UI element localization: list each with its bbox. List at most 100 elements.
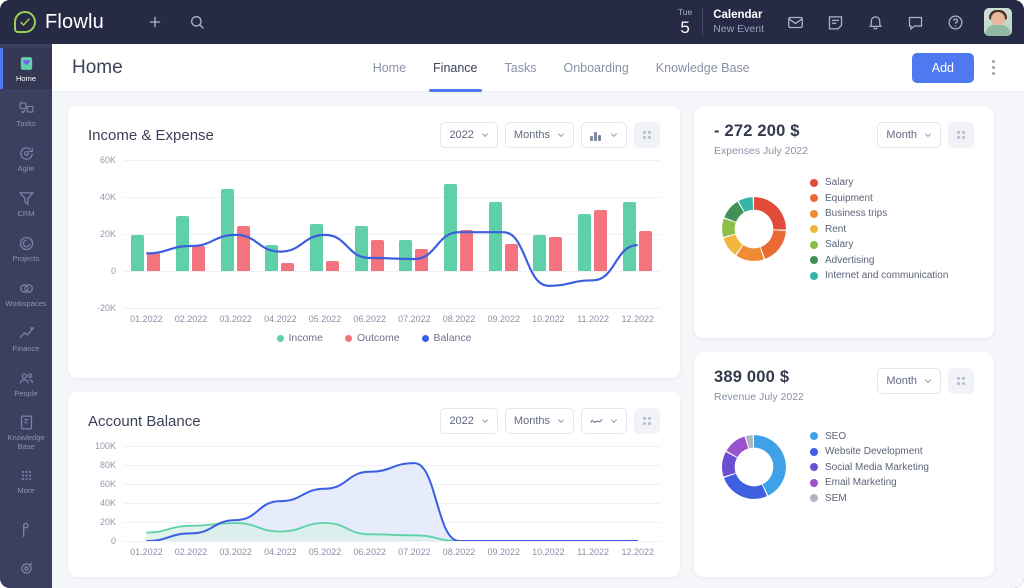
sidebar-item-workspaces[interactable]: Workspaces bbox=[0, 273, 52, 314]
legend-label: Income bbox=[289, 332, 323, 344]
tab-onboarding[interactable]: Onboarding bbox=[563, 44, 628, 92]
sidebar-label: Home bbox=[16, 75, 36, 84]
area-series bbox=[124, 446, 660, 541]
sidebar-item-tasks[interactable]: Tasks bbox=[0, 93, 52, 134]
legend-dot bbox=[810, 210, 818, 218]
donut-slice[interactable] bbox=[724, 474, 767, 499]
kebab-menu-icon[interactable] bbox=[982, 54, 1004, 82]
sidebar-label: People bbox=[14, 390, 37, 399]
pin-icon[interactable] bbox=[0, 513, 52, 547]
legend-item[interactable]: Outcome bbox=[345, 332, 400, 344]
x-tick-label: 08.2022 bbox=[437, 547, 482, 557]
line-chart-icon bbox=[590, 416, 603, 426]
legend-label: SEO bbox=[825, 431, 846, 442]
bell-icon[interactable] bbox=[862, 9, 888, 35]
settings-glyph bbox=[18, 559, 35, 578]
period-select[interactable]: Months bbox=[505, 408, 574, 434]
drag-handle-icon[interactable] bbox=[948, 368, 974, 394]
sidebar-item-agile[interactable]: Agile bbox=[0, 138, 52, 179]
period-select[interactable]: Month bbox=[877, 122, 941, 148]
donut-slice[interactable] bbox=[722, 452, 737, 477]
sidebar-item-finance[interactable]: Finance bbox=[0, 318, 52, 359]
tab-knowledge-base[interactable]: Knowledge Base bbox=[656, 44, 750, 92]
drag-handle-icon[interactable] bbox=[948, 122, 974, 148]
sidebar-label: Knowledge Base bbox=[1, 434, 51, 451]
legend-dot bbox=[810, 225, 818, 233]
sidebar-item-home[interactable]: Home bbox=[0, 48, 52, 89]
legend-label: Social Media Marketing bbox=[825, 462, 929, 473]
legend-item[interactable]: Internet and communication bbox=[810, 270, 948, 281]
legend-label: Business trips bbox=[825, 208, 887, 219]
sidebar-item-people[interactable]: People bbox=[0, 363, 52, 404]
plus-icon[interactable] bbox=[142, 9, 168, 35]
chat-icon[interactable] bbox=[902, 9, 928, 35]
sidebar-item-crm[interactable]: CRM bbox=[0, 183, 52, 224]
page-title: Home bbox=[72, 57, 123, 79]
year-select[interactable]: 2022 bbox=[440, 408, 497, 434]
drag-handle-icon[interactable] bbox=[634, 408, 660, 434]
chevron-down-icon bbox=[481, 131, 489, 139]
card-controls: 2022 Months bbox=[440, 122, 660, 148]
tab-finance[interactable]: Finance bbox=[433, 44, 477, 92]
income-expense-title: Income & Expense bbox=[88, 127, 214, 144]
drag-handle-icon[interactable] bbox=[634, 122, 660, 148]
chevron-down-icon bbox=[557, 131, 565, 139]
legend-item[interactable]: Business trips bbox=[810, 208, 948, 219]
legend-item[interactable]: SEM bbox=[810, 493, 929, 504]
sidebar-item-knowledge-base[interactable]: Knowledge Base bbox=[0, 408, 52, 456]
brand-logo[interactable]: Flowlu bbox=[14, 11, 104, 34]
legend-item[interactable]: Income bbox=[277, 332, 323, 344]
balance-line bbox=[124, 160, 660, 308]
sidebar-label: Projects bbox=[12, 255, 39, 264]
tasks-icon bbox=[18, 99, 35, 118]
mail-icon[interactable] bbox=[782, 9, 808, 35]
legend-item[interactable]: Salary bbox=[810, 177, 948, 188]
x-tick-label: 01.2022 bbox=[124, 314, 169, 324]
sidebar-item-projects[interactable]: Projects bbox=[0, 228, 52, 269]
legend-dot bbox=[810, 272, 818, 280]
tab-tasks[interactable]: Tasks bbox=[505, 44, 537, 92]
sidebar-item-more[interactable]: More bbox=[0, 460, 52, 501]
legend-item[interactable]: Balance bbox=[422, 332, 472, 344]
agile-icon bbox=[18, 144, 35, 163]
revenue-legend: SEO Website Development Social Media Marke… bbox=[810, 431, 929, 504]
note-icon[interactable] bbox=[822, 9, 848, 35]
chart-type-select[interactable] bbox=[581, 122, 627, 148]
legend-item[interactable]: Advertising bbox=[810, 255, 948, 266]
card-header: - 272 200 $ Expenses July 2022 Month bbox=[694, 106, 994, 163]
help-icon[interactable] bbox=[942, 9, 968, 35]
donut-slice[interactable] bbox=[761, 230, 786, 259]
x-tick-label: 05.2022 bbox=[303, 547, 348, 557]
calendar-title: Calendar bbox=[713, 8, 764, 22]
avatar[interactable] bbox=[984, 8, 1012, 36]
search-icon[interactable] bbox=[184, 9, 210, 35]
x-tick-label: 09.2022 bbox=[481, 314, 526, 324]
legend-label: Balance bbox=[434, 332, 472, 344]
period-select[interactable]: Month bbox=[877, 368, 941, 394]
legend-item[interactable]: Rent bbox=[810, 224, 948, 235]
legend-item[interactable]: Website Development bbox=[810, 446, 929, 457]
legend-item[interactable]: SEO bbox=[810, 431, 929, 442]
knowledge-base-icon bbox=[18, 413, 35, 432]
add-button[interactable]: Add bbox=[912, 53, 974, 83]
legend-item[interactable]: Social Media Marketing bbox=[810, 462, 929, 473]
donut-slice[interactable] bbox=[754, 197, 786, 230]
card-controls: Month bbox=[877, 122, 974, 148]
legend-item[interactable]: Equipment bbox=[810, 193, 948, 204]
dashboard-content: Income & Expense 2022 Months bbox=[52, 92, 1024, 588]
chart-type-select[interactable] bbox=[581, 408, 627, 434]
calendar-widget[interactable]: Calendar New Event bbox=[713, 8, 764, 36]
legend-item[interactable]: Email Marketing bbox=[810, 477, 929, 488]
period-select[interactable]: Months bbox=[505, 122, 574, 148]
sidebar-label: More bbox=[17, 487, 34, 496]
legend-label: Salary bbox=[825, 177, 853, 188]
settings-icon[interactable] bbox=[0, 551, 52, 585]
donut-slice[interactable] bbox=[722, 219, 736, 237]
legend-item[interactable]: Salary bbox=[810, 239, 948, 250]
left-column: Income & Expense 2022 Months bbox=[68, 106, 680, 577]
year-select[interactable]: 2022 bbox=[440, 122, 497, 148]
calendar-day[interactable]: Tue 5 bbox=[678, 8, 692, 36]
tab-home[interactable]: Home bbox=[373, 44, 406, 92]
people-icon bbox=[18, 369, 35, 388]
finance-icon bbox=[18, 324, 35, 343]
